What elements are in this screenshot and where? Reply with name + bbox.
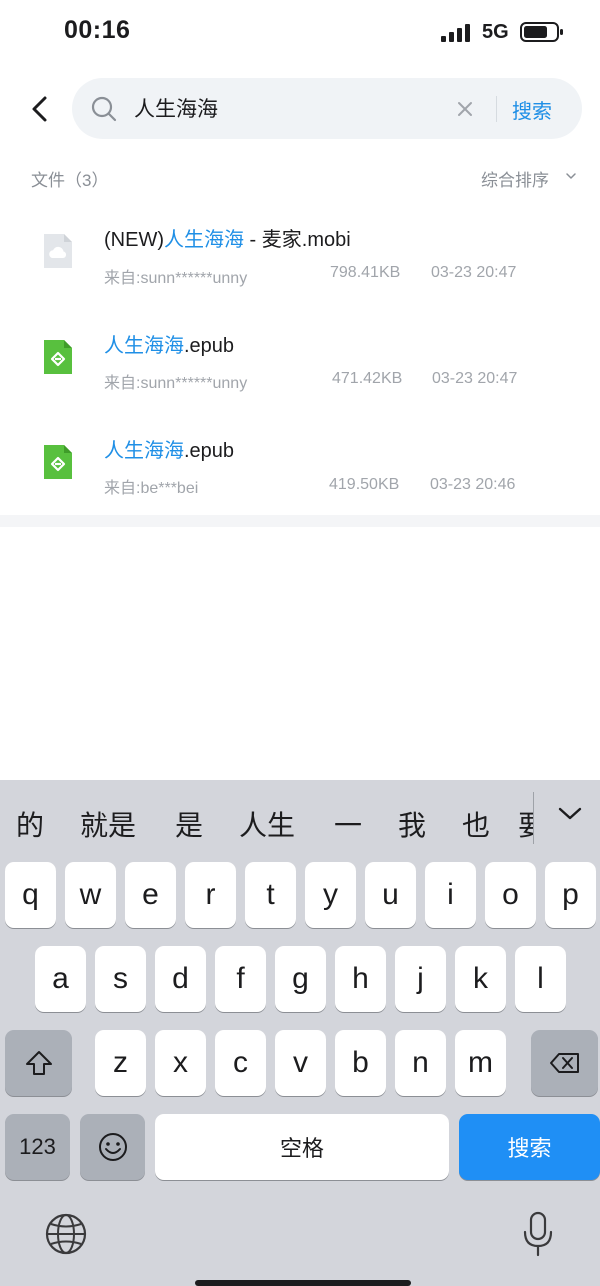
key-q[interactable]: q <box>5 862 56 928</box>
signal-icon <box>441 24 470 42</box>
candidate-word[interactable]: 也 <box>462 804 490 844</box>
candidate-word[interactable]: 的 <box>16 804 44 844</box>
candidate-word[interactable]: 我 <box>398 804 426 844</box>
section-divider <box>0 515 600 527</box>
epub-file-icon <box>44 340 72 374</box>
cloud-file-icon <box>44 234 72 268</box>
key-m[interactable]: m <box>455 1030 506 1096</box>
shift-key[interactable] <box>5 1030 72 1096</box>
key-g[interactable]: g <box>275 946 326 1012</box>
file-date: 03-23 20:46 <box>430 476 516 493</box>
epub-file-icon <box>44 445 72 479</box>
file-name: (NEW)人生海海 - 麦家.mobi <box>104 229 351 251</box>
back-arrow-icon[interactable] <box>26 94 56 124</box>
sort-label: 综合排序 <box>481 171 549 190</box>
key-y[interactable]: y <box>305 862 356 928</box>
candidate-word[interactable]: 就是 <box>80 804 136 844</box>
key-b[interactable]: b <box>335 1030 386 1096</box>
file-source: 来自:sunn******unny <box>104 270 248 287</box>
file-date: 03-23 20:47 <box>432 370 518 387</box>
file-name: 人生海海.epub <box>104 335 235 357</box>
file-row[interactable]: 人生海海.epub 来自:be***bei 419.50KB 03-23 20:… <box>0 416 600 520</box>
key-l[interactable]: l <box>515 946 566 1012</box>
search-icon <box>91 96 117 122</box>
emoji-key[interactable] <box>80 1114 145 1180</box>
file-row[interactable]: (NEW)人生海海 - 麦家.mobi 来自:sunn******unny 79… <box>0 206 600 310</box>
emoji-icon <box>98 1133 127 1161</box>
key-r[interactable]: r <box>185 862 236 928</box>
file-size: 798.41KB <box>330 264 401 281</box>
keyboard-search-key[interactable]: 搜索 <box>459 1114 600 1180</box>
candidate-word[interactable]: 一 <box>334 804 362 844</box>
key-e[interactable]: e <box>125 862 176 928</box>
key-d[interactable]: d <box>155 946 206 1012</box>
status-bar: 00:16 5G <box>0 0 600 66</box>
key-o[interactable]: o <box>485 862 536 928</box>
sort-dropdown[interactable]: 综合排序 <box>481 166 576 191</box>
status-time: 00:16 <box>64 16 131 44</box>
key-i[interactable]: i <box>425 862 476 928</box>
file-size: 419.50KB <box>329 476 400 493</box>
numbers-key[interactable]: 123 <box>5 1114 70 1180</box>
key-a[interactable]: a <box>35 946 86 1012</box>
clear-icon[interactable] <box>454 98 476 120</box>
globe-icon[interactable] <box>44 1212 88 1256</box>
key-v[interactable]: v <box>275 1030 326 1096</box>
file-row[interactable]: 人生海海.epub 来自:sunn******unny 471.42KB 03-… <box>0 311 600 415</box>
shift-icon <box>25 1051 52 1075</box>
candidate-bar: 的 就是 是 人生 一 我 也 要 <box>0 780 600 860</box>
candidate-word[interactable]: 要 <box>518 804 533 844</box>
key-f[interactable]: f <box>215 946 266 1012</box>
candidate-word[interactable]: 人生 <box>239 804 295 844</box>
key-s[interactable]: s <box>95 946 146 1012</box>
key-u[interactable]: u <box>365 862 416 928</box>
key-n[interactable]: n <box>395 1030 446 1096</box>
key-w[interactable]: w <box>65 862 116 928</box>
key-c[interactable]: c <box>215 1030 266 1096</box>
search-divider <box>496 96 497 122</box>
chevron-down-icon[interactable] <box>557 804 583 824</box>
files-section-title: 文件（3） <box>31 171 109 190</box>
key-h[interactable]: h <box>335 946 386 1012</box>
space-key[interactable]: 空格 <box>155 1114 449 1180</box>
search-input[interactable] <box>134 88 494 128</box>
keyboard: 的 就是 是 人生 一 我 也 要 q w e r t y u i o p a … <box>0 780 600 1286</box>
candidate-divider <box>533 792 534 844</box>
file-size: 471.42KB <box>332 370 403 387</box>
key-z[interactable]: z <box>95 1030 146 1096</box>
file-source: 来自:sunn******unny <box>104 375 248 392</box>
key-j[interactable]: j <box>395 946 446 1012</box>
file-name: 人生海海.epub <box>104 440 235 462</box>
key-p[interactable]: p <box>545 862 596 928</box>
network-type: 5G <box>482 21 509 43</box>
file-date: 03-23 20:47 <box>431 264 517 281</box>
key-k[interactable]: k <box>455 946 506 1012</box>
delete-key[interactable] <box>531 1030 598 1096</box>
file-source: 来自:be***bei <box>104 480 199 497</box>
key-x[interactable]: x <box>155 1030 206 1096</box>
battery-icon <box>520 22 563 42</box>
backspace-icon <box>549 1053 579 1073</box>
key-t[interactable]: t <box>245 862 296 928</box>
chevron-down-icon <box>566 173 576 179</box>
search-bar: 搜索 <box>72 78 582 139</box>
search-button[interactable]: 搜索 <box>512 95 552 124</box>
microphone-icon[interactable] <box>522 1210 554 1258</box>
candidate-word[interactable]: 是 <box>175 804 203 844</box>
home-indicator <box>195 1280 411 1286</box>
